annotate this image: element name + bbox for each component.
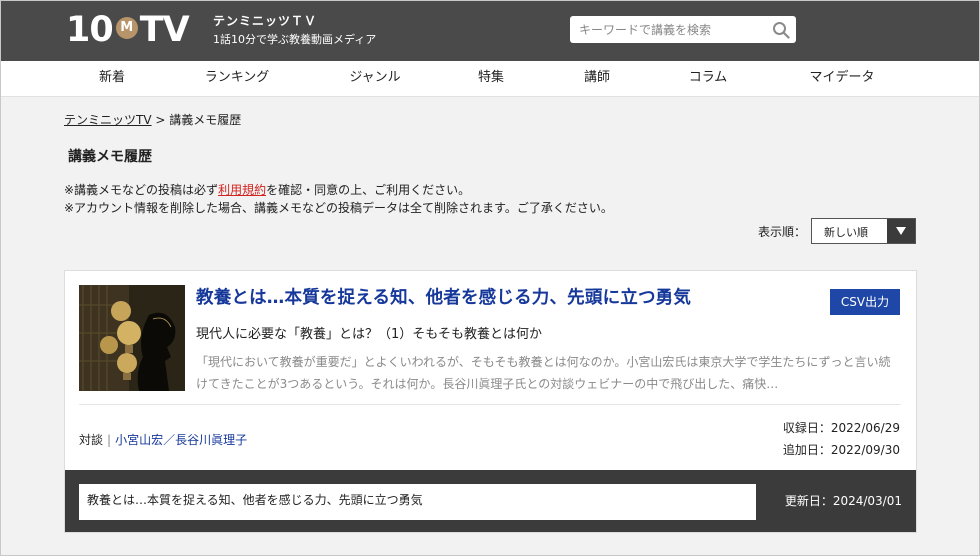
notice-1-pre: ※講義メモなどの投稿は必ず xyxy=(64,183,219,197)
memo-bar: 教養とは…本質を捉える知、他者を感じる力、先頭に立つ勇気 更新日：2024/03… xyxy=(65,470,916,532)
speaker-names-link[interactable]: 小宮山宏／長谷川眞理子 xyxy=(115,433,247,447)
lecture-memo-card: 教養とは…本質を捉える知、他者を感じる力、先頭に立つ勇気 CSV出力 現代人に必… xyxy=(64,270,917,533)
card-divider xyxy=(79,404,901,405)
site-name: テンミニッツＴＶ xyxy=(213,14,318,28)
breadcrumb-home-link[interactable]: テンミニッツTV xyxy=(64,113,152,127)
notice-line-1: ※講義メモなどの投稿は必ず利用規約を確認・同意の上、ご利用ください。 xyxy=(64,181,613,199)
page-title: 講義メモ履歴 xyxy=(68,149,152,165)
added-label: 追加日： xyxy=(782,443,831,457)
memo-updated-date: 更新日：2024/03/01 xyxy=(785,492,902,509)
memo-text-box[interactable]: 教養とは…本質を捉える知、他者を感じる力、先頭に立つ勇気 xyxy=(79,484,756,520)
logo-m-badge: M xyxy=(115,17,138,39)
notice-line-2: ※アカウント情報を削除した場合、講義メモなどの投稿データは全て削除されます。ご了… xyxy=(64,201,613,215)
breadcrumb-current: 講義メモ履歴 xyxy=(169,113,242,127)
lecture-description: 「現代において教養が重要だ」とよくいわれるが、そもそも教養とは何なのか。小宮山宏… xyxy=(196,355,891,391)
lecture-thumbnail[interactable] xyxy=(79,285,185,391)
notice-text: ※講義メモなどの投稿は必ず利用規約を確認・同意の上、ご利用ください。 ※アカウン… xyxy=(64,181,613,217)
search-box xyxy=(570,16,796,43)
recorded-date: 収録日：2022/06/29 xyxy=(783,417,900,439)
lecture-speakers: 対談 | 小宮山宏／長谷川眞理子 xyxy=(79,431,247,448)
site-tagline: 1話10分で学ぶ教養動画メディア xyxy=(213,33,377,46)
sort-label: 表示順： xyxy=(758,225,807,239)
breadcrumb-separator: > xyxy=(151,113,170,127)
csv-export-button[interactable]: CSV出力 xyxy=(830,289,900,315)
chevron-down-icon xyxy=(887,219,915,243)
lecture-title[interactable]: 教養とは…本質を捉える知、他者を感じる力、先頭に立つ勇気 xyxy=(196,284,691,309)
updated-value: 2024/03/01 xyxy=(832,494,902,508)
nav-item-genre[interactable]: ジャンル xyxy=(349,61,400,97)
added-value: 2022/09/30 xyxy=(830,443,900,457)
nav-item-feature[interactable]: 特集 xyxy=(478,61,504,97)
lecture-category: 対談 xyxy=(79,433,104,447)
nav-item-column[interactable]: コラム xyxy=(689,61,728,97)
terms-link[interactable]: 利用規約 xyxy=(218,183,266,197)
recorded-value: 2022/06/29 xyxy=(830,421,900,435)
notice-1-post: を確認・同意の上、ご利用ください。 xyxy=(266,183,471,197)
site-logo[interactable]: 10 M TV xyxy=(66,10,190,50)
nav-item-mydata[interactable]: マイデータ xyxy=(809,61,874,97)
speakers-separator: | xyxy=(107,433,112,447)
lecture-subtitle[interactable]: 現代人に必要な「教養」とは？（1）そもそも教養とは何か xyxy=(196,323,542,342)
search-input[interactable] xyxy=(570,16,766,43)
nav-item-ranking[interactable]: ランキング xyxy=(205,61,270,97)
main-nav: 新着 ランキング ジャンル 特集 講師 コラム マイデータ xyxy=(0,61,980,97)
logo-text-right: TV xyxy=(139,10,190,50)
nav-item-new[interactable]: 新着 xyxy=(99,61,125,97)
recorded-label: 収録日： xyxy=(782,421,831,435)
nav-item-lecturer[interactable]: 講師 xyxy=(584,61,610,97)
lecture-dates: 収録日：2022/06/29 追加日：2022/09/30 xyxy=(783,417,900,461)
sort-selected-value: 新しい順 xyxy=(824,226,868,239)
sort-select[interactable]: 新しい順 xyxy=(811,218,916,244)
search-icon[interactable] xyxy=(772,21,790,39)
logo-text-left: 10 xyxy=(66,10,114,50)
site-header: 10 M TV テンミニッツＴＶ 1話10分で学ぶ教養動画メディア xyxy=(0,0,980,61)
breadcrumb: テンミニッツTV > 講義メモ履歴 xyxy=(64,111,241,128)
updated-label: 更新日： xyxy=(784,494,833,508)
added-date: 追加日：2022/09/30 xyxy=(783,439,900,461)
